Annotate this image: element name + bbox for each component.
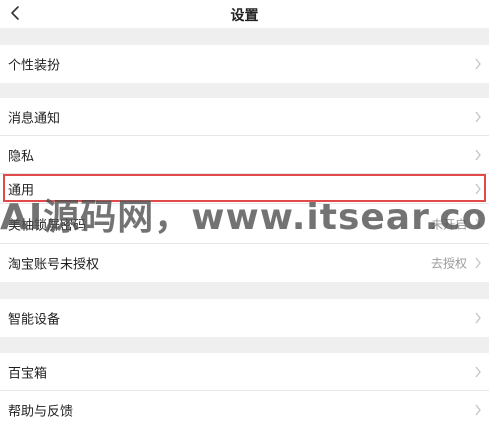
header-bar: 设置 (0, 0, 489, 28)
settings-item-taobao-auth[interactable]: 淘宝账号未授权 去授权 (0, 244, 489, 282)
settings-item-label: 帮助与反馈 (8, 404, 74, 420)
settings-item-general[interactable]: 通用 (0, 174, 489, 204)
settings-item-label: 消息通知 (8, 111, 61, 126)
chevron-right-icon (473, 111, 483, 123)
chevron-right-icon (473, 404, 483, 416)
chevron-right-icon (473, 183, 483, 195)
group-tools: 百宝箱 帮助与反馈 (0, 353, 489, 429)
settings-item-value: 去授权 (430, 256, 467, 271)
settings-item-label: 百宝箱 (8, 366, 48, 381)
settings-item-help-feedback[interactable]: 帮助与反馈 (0, 391, 489, 429)
settings-item-privacy[interactable]: 隐私 (0, 136, 489, 174)
page-title: 设置 (230, 8, 259, 24)
settings-item-label: 个性装扮 (8, 58, 61, 74)
settings-item-lock-password[interactable]: 美柚锁屏密码 未开启 (0, 204, 489, 244)
chevron-right-icon (473, 312, 483, 324)
settings-item-value: 未开启 (430, 217, 467, 231)
chevron-right-icon (473, 218, 483, 230)
settings-item-smart-devices[interactable]: 智能设备 (0, 299, 489, 337)
group-general: 消息通知 隐私 通用 美柚锁屏密码 未开启 淘宝账号未授权 去授权 (0, 98, 489, 282)
chevron-right-icon (473, 257, 483, 269)
settings-screen: 设置 个性装扮 消息通知 隐私 通用 美柚锁屏密码 未开启 淘宝账号未授权 去授… (0, 0, 489, 429)
settings-item-notifications[interactable]: 消息通知 (0, 98, 489, 136)
settings-item-personalization[interactable]: 个性装扮 (0, 45, 489, 83)
settings-item-label: 美柚锁屏密码 (8, 218, 87, 233)
settings-item-label: 智能设备 (8, 312, 61, 328)
settings-item-label: 隐私 (8, 149, 35, 164)
group-devices: 智能设备 (0, 299, 489, 337)
chevron-right-icon (473, 149, 483, 161)
chevron-right-icon (473, 366, 483, 378)
settings-item-label: 通用 (8, 183, 35, 198)
group-appearance: 个性装扮 (0, 45, 489, 83)
settings-item-label: 淘宝账号未授权 (8, 257, 100, 273)
chevron-right-icon (473, 58, 483, 70)
settings-item-toolbox[interactable]: 百宝箱 (0, 353, 489, 391)
